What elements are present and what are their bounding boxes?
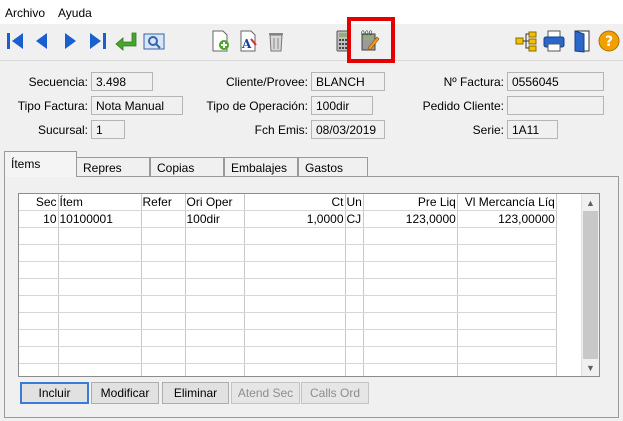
table-row[interactable]	[19, 295, 557, 313]
factura-label: Nº Factura:	[443, 75, 504, 89]
cell-pre-liq[interactable]: 123,0000	[363, 210, 458, 228]
tab-gastos[interactable]: Gastos	[298, 157, 368, 176]
trash-icon[interactable]	[263, 28, 289, 54]
first-record-icon[interactable]	[2, 28, 28, 54]
table-row[interactable]	[19, 329, 557, 347]
column-header-vl-mercancia[interactable]: Vl Mercancía Líq	[457, 194, 557, 211]
modificar-button[interactable]: Modificar	[91, 382, 159, 404]
cell-item[interactable]: 10100001	[58, 210, 142, 228]
scroll-down-icon[interactable]: ▼	[582, 359, 599, 376]
tipo-operacion-field[interactable]: 100dir	[311, 96, 373, 115]
table-row[interactable]	[19, 227, 557, 245]
serie-field[interactable]: 1A11	[507, 120, 558, 139]
tab-items[interactable]: Ítems	[4, 151, 77, 177]
incluir-button[interactable]: Incluir	[20, 382, 89, 404]
serie-label: Serie:	[472, 123, 504, 137]
factura-field[interactable]: 0556045	[507, 72, 604, 91]
menu-bar: Archivo Ayuda	[0, 0, 623, 24]
column-header-refer[interactable]: Refer	[141, 194, 186, 211]
scroll-thumb[interactable]	[583, 211, 598, 359]
sucursal-label: Sucursal:	[37, 123, 88, 137]
svg-text:?: ?	[605, 34, 613, 50]
cliente-label: Cliente/Provee:	[225, 75, 308, 89]
table-row[interactable]: 10 10100001 100dir 1,0000 CJ 123,0000 12…	[19, 210, 557, 228]
tab-copias[interactable]: Copias	[150, 157, 224, 176]
calls-ord-button[interactable]: Calls Ord	[301, 382, 369, 404]
sucursal-field[interactable]: 1	[91, 120, 125, 139]
column-header-ct[interactable]: Ct	[244, 194, 346, 211]
cell-refer[interactable]	[141, 210, 186, 228]
secuencia-field[interactable]: 3.498	[91, 72, 153, 91]
return-icon[interactable]	[113, 28, 139, 54]
tipo-operacion-label: Tipo de Operación:	[206, 99, 308, 113]
fch-emis-field[interactable]: 08/03/2019	[311, 120, 385, 139]
atend-sec-button[interactable]: Atend Sec	[231, 382, 300, 404]
cell-ori-oper[interactable]: 100dir	[185, 210, 245, 228]
pedido-field[interactable]	[507, 96, 604, 115]
exit-door-icon[interactable]	[569, 28, 595, 54]
eliminar-button[interactable]: Eliminar	[162, 382, 229, 404]
table-row[interactable]	[19, 261, 557, 279]
items-table: Sec Ítem Refer Ori Oper Ct Un Pre Liq Vl…	[19, 194, 557, 376]
table-row[interactable]	[19, 346, 557, 364]
column-header-ori-oper[interactable]: Ori Oper	[185, 194, 245, 211]
table-row[interactable]	[19, 312, 557, 330]
column-header-pre-liq[interactable]: Pre Liq	[363, 194, 458, 211]
fch-emis-label: Fch Emis:	[254, 123, 308, 137]
cliente-field[interactable]: BLANCH	[311, 72, 385, 91]
help-icon[interactable]: ?	[596, 28, 622, 54]
grid-header-row: Sec Ítem Refer Ori Oper Ct Un Pre Liq Vl…	[19, 194, 557, 211]
cell-sec[interactable]: 10	[19, 210, 59, 228]
tab-embalajes[interactable]: Embalajes	[224, 157, 298, 176]
column-header-un[interactable]: Un	[345, 194, 364, 211]
cell-vl-mercancia[interactable]: 123,00000	[457, 210, 557, 228]
cell-un[interactable]: CJ	[345, 210, 364, 228]
text-format-icon[interactable]: A	[235, 28, 261, 54]
next-record-icon[interactable]	[57, 28, 83, 54]
preview-icon[interactable]	[141, 28, 167, 54]
table-row[interactable]	[19, 278, 557, 296]
scroll-up-icon[interactable]: ▲	[582, 194, 599, 211]
print-icon[interactable]	[541, 28, 567, 54]
items-grid[interactable]: Sec Ítem Refer Ori Oper Ct Un Pre Liq Vl…	[18, 193, 600, 377]
menu-ayuda[interactable]: Ayuda	[58, 6, 92, 20]
secuencia-label: Secuencia:	[28, 75, 88, 89]
pedido-label: Pedido Cliente:	[422, 99, 504, 113]
cell-ct[interactable]: 1,0000	[244, 210, 346, 228]
toolbar: A 000 ?	[0, 24, 623, 61]
vertical-scrollbar[interactable]: ▲ ▼	[581, 194, 599, 376]
tipo-factura-field[interactable]: Nota Manual	[91, 96, 183, 115]
menu-archivo[interactable]: Archivo	[5, 6, 45, 20]
highlight-box	[347, 17, 395, 63]
tipo-factura-label: Tipo Factura:	[17, 99, 88, 113]
last-record-icon[interactable]	[85, 28, 111, 54]
hierarchy-icon[interactable]	[513, 28, 539, 54]
svg-text:A: A	[241, 37, 252, 51]
previous-record-icon[interactable]	[29, 28, 55, 54]
table-row[interactable]	[19, 363, 557, 376]
table-row[interactable]	[19, 244, 557, 262]
column-header-sec[interactable]: Sec	[19, 194, 59, 211]
new-document-icon[interactable]	[207, 28, 233, 54]
tab-repres[interactable]: Repres	[76, 157, 150, 176]
column-header-item[interactable]: Ítem	[58, 194, 142, 211]
